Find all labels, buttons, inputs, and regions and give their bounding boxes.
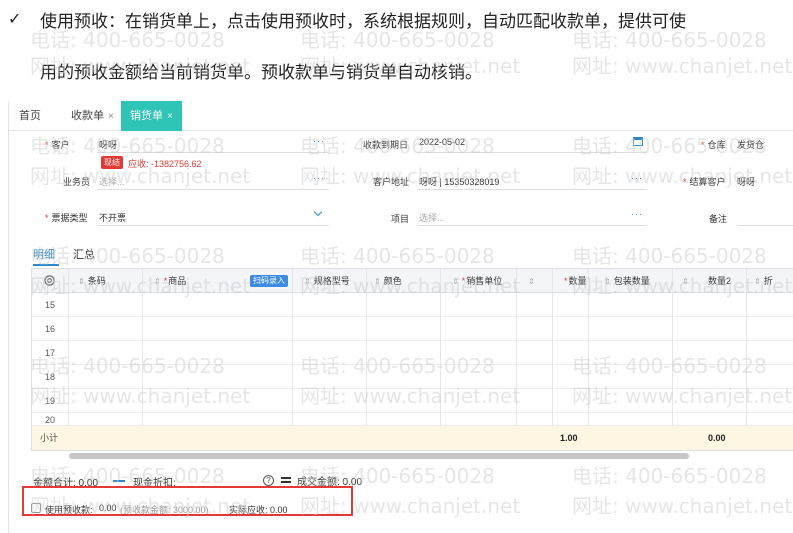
- row-number: 17: [44, 348, 55, 358]
- subtotal-quantity2: 0.00: [708, 433, 726, 443]
- grid-header: ⇕ 条码 ⇕ *商品 扫码录入 ⇕ 规格型号 ⇕ 颜色 ⇕ *销售单位 ⇕ *数量 ⇕ 包装…: [32, 269, 793, 293]
- col-quantity[interactable]: *数量: [564, 269, 587, 293]
- tab-receipt-label: 收款单: [71, 110, 104, 122]
- table-row[interactable]: 17: [32, 341, 793, 365]
- salesperson-field[interactable]: 选择...: [99, 175, 125, 188]
- gear-icon[interactable]: [43, 274, 56, 287]
- equals-icon: [281, 477, 291, 483]
- invoice-type-label: * 票据类型: [45, 213, 88, 223]
- tab-detail[interactable]: 明细: [33, 246, 55, 262]
- address-field[interactable]: 呀呀 | 15350328019: [419, 175, 499, 188]
- due-date-label: 收款到期日: [363, 140, 409, 150]
- project-field[interactable]: 选择...: [419, 211, 445, 224]
- calendar-icon[interactable]: [633, 137, 643, 146]
- tab-summary[interactable]: 汇总: [73, 246, 95, 262]
- table-row[interactable]: 20: [32, 413, 793, 426]
- settle-customer-label: * 结算客户: [683, 177, 726, 187]
- customer-field[interactable]: 呀呀: [99, 138, 117, 151]
- row-number: 20: [44, 415, 55, 425]
- customer-label: * 客户: [45, 140, 70, 150]
- col-sort-icon-2[interactable]: ⇕: [682, 269, 692, 293]
- sales-order-window: 首页 收款单 × 销货单 × * 客户 呀呀 ··· 收款到期日 2022-05-02…: [8, 101, 793, 533]
- col-color[interactable]: ⇕ 颜色: [374, 269, 402, 293]
- customer-picker-icon[interactable]: ···: [313, 136, 325, 146]
- remark-label: 备注: [709, 214, 728, 224]
- tab-bar: 首页 收款单 × 销货单 ×: [9, 101, 793, 131]
- table-row[interactable]: 16: [32, 317, 793, 341]
- highlight-box: [22, 486, 353, 516]
- address-label: 客户地址: [373, 177, 410, 187]
- settle-customer-field[interactable]: 呀呀: [737, 175, 755, 188]
- project-label: 项目: [391, 214, 410, 224]
- address-picker-icon[interactable]: ···: [631, 173, 643, 183]
- active-tab-indicator: [33, 264, 59, 266]
- col-spec[interactable]: ⇕ 规格型号: [304, 269, 350, 293]
- instruction-line-1: 使用预收：在销货单上，点击使用预收时，系统根据规则，自动匹配收款单，提供可使: [40, 12, 686, 31]
- order-header-form: * 客户 呀呀 ··· 收款到期日 2022-05-02 * 仓库 发货仓 现结 应…: [9, 131, 793, 231]
- tab-home-label: 首页: [19, 110, 41, 122]
- salesperson-label: 业务员: [63, 177, 91, 187]
- row-number: 19: [44, 396, 55, 406]
- salesperson-picker-icon[interactable]: ···: [313, 173, 325, 183]
- col-product[interactable]: ⇕ *商品: [154, 269, 186, 293]
- tab-sales-order-label: 销货单: [130, 110, 163, 122]
- help-icon[interactable]: ?: [263, 475, 274, 486]
- col-package-qty[interactable]: ⇕ 包装数量: [604, 269, 650, 293]
- col-sales-unit[interactable]: ⇕ *销售单位: [452, 269, 502, 293]
- col-barcode[interactable]: ⇕ 条码: [78, 269, 106, 293]
- due-date-field[interactable]: 2022-05-02: [419, 137, 465, 147]
- tab-sales-order[interactable]: 销货单 ×: [121, 101, 182, 131]
- close-icon[interactable]: ×: [167, 111, 173, 122]
- detail-summary-tabs: 明细 汇总: [9, 242, 793, 268]
- chevron-down-icon[interactable]: [313, 207, 323, 217]
- line-items-grid: ⇕ 条码 ⇕ *商品 扫码录入 ⇕ 规格型号 ⇕ 颜色 ⇕ *销售单位 ⇕ *数量 ⇕ 包装…: [31, 268, 793, 451]
- horizontal-scrollbar[interactable]: [69, 453, 689, 459]
- warehouse-label: * 仓库: [701, 140, 726, 150]
- subtotal-quantity: 1.00: [560, 433, 578, 443]
- project-picker-icon[interactable]: ···: [631, 209, 643, 219]
- row-number: 15: [44, 300, 55, 310]
- close-icon[interactable]: ×: [108, 111, 114, 122]
- checkmark-icon: ✓: [8, 11, 22, 28]
- col-quantity2[interactable]: 数量2: [708, 269, 731, 293]
- table-row[interactable]: 18: [32, 365, 793, 389]
- table-row[interactable]: 19: [32, 389, 793, 413]
- minus-icon: [113, 480, 125, 482]
- col-discount[interactable]: ⇕ 折: [754, 269, 773, 293]
- tab-home[interactable]: 首页: [19, 101, 41, 131]
- receivable-text: 应收: -1382756.62: [128, 159, 202, 169]
- subtotal-row: 小计 1.00 0.00: [32, 426, 793, 450]
- row-number: 16: [44, 324, 55, 334]
- col-sort-icon[interactable]: ⇕: [528, 269, 538, 293]
- cash-settle-badge: 现结: [101, 156, 123, 169]
- table-row[interactable]: 15: [32, 293, 793, 317]
- scan-entry-button[interactable]: 扫码录入: [250, 275, 288, 287]
- row-number: 18: [44, 372, 55, 382]
- warehouse-field[interactable]: 发货仓: [737, 138, 764, 151]
- instruction-line-2: 用的预收金额给当前销货单。预收款单与销货单自动核销。: [40, 63, 482, 82]
- instruction-text-block: ✓ 使用预收：在销货单上，点击使用预收时，系统根据规则，自动匹配收款单，提供可使…: [0, 0, 793, 100]
- subtotal-label: 小计: [40, 433, 59, 443]
- tab-receipt[interactable]: 收款单 ×: [71, 101, 114, 131]
- invoice-type-select[interactable]: 不开票: [99, 211, 126, 224]
